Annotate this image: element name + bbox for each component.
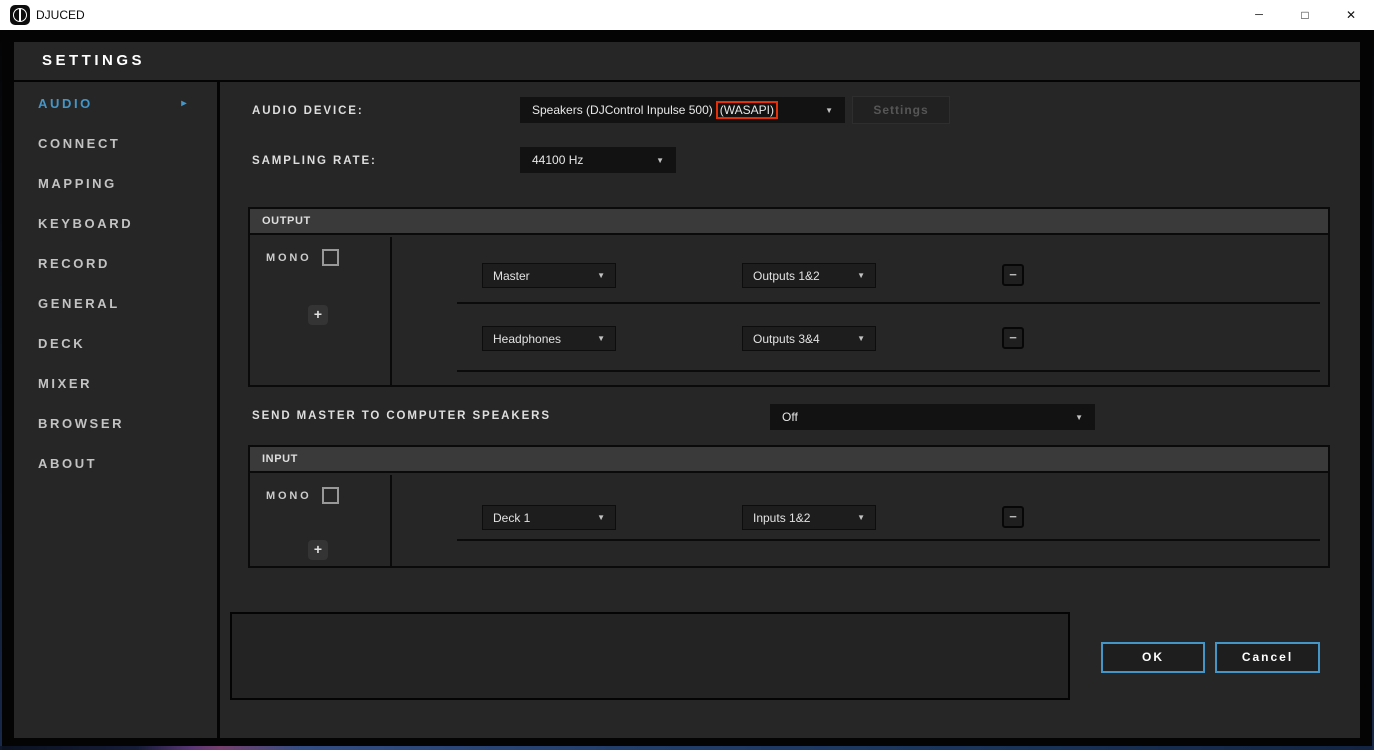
titlebar: DJUCED ─ □ ✕ <box>0 0 1374 30</box>
input-section: INPUT MONO + Deck 1 ▼ Inputs 1&2 ▼ − <box>248 445 1330 568</box>
sidebar-item-label: KEYBOARD <box>38 216 133 231</box>
chevron-down-icon: ▼ <box>857 334 865 343</box>
input-mono-label: MONO <box>266 490 311 502</box>
output-row2-destination-value: Outputs 3&4 <box>753 332 820 346</box>
window-title: DJUCED <box>36 0 85 30</box>
device-settings-button[interactable]: Settings <box>852 96 950 124</box>
output-row1-destination-dropdown[interactable]: Outputs 1&2 ▼ <box>742 263 876 288</box>
input-row1-destination-dropdown[interactable]: Inputs 1&2 ▼ <box>742 505 876 530</box>
close-button[interactable]: ✕ <box>1328 0 1374 30</box>
sidebar-item-label: DECK <box>38 336 85 351</box>
chevron-down-icon: ▼ <box>817 106 833 115</box>
output-section-header: OUTPUT <box>250 209 1328 235</box>
sidebar-item-keyboard[interactable]: KEYBOARD <box>14 204 217 244</box>
close-icon: ✕ <box>1346 8 1356 22</box>
sidebar-item-label: MIXER <box>38 376 92 391</box>
sidebar-item-mapping[interactable]: MAPPING <box>14 164 217 204</box>
audio-device-wasapi-highlight: (WASAPI) <box>716 101 778 119</box>
sidebar-item-deck[interactable]: DECK <box>14 324 217 364</box>
sidebar-item-general[interactable]: GENERAL <box>14 284 217 324</box>
input-row1-destination-value: Inputs 1&2 <box>753 511 810 525</box>
send-master-value: Off <box>782 410 798 424</box>
djuced-window: DJUCED ─ □ ✕ SETTINGS AUDIO ▸ CONNECT MA… <box>0 0 1374 750</box>
output-left-column: MONO + <box>250 237 392 385</box>
input-row1-source-value: Deck 1 <box>493 511 530 525</box>
output-mono-checkbox[interactable] <box>322 249 339 266</box>
chevron-down-icon: ▼ <box>857 271 865 280</box>
input-row1-source-dropdown[interactable]: Deck 1 ▼ <box>482 505 616 530</box>
sidebar-item-label: CONNECT <box>38 136 120 151</box>
chevron-down-icon: ▼ <box>597 513 605 522</box>
sidebar-item-audio[interactable]: AUDIO ▸ <box>14 84 217 124</box>
output-section: OUTPUT MONO + Master ▼ Outputs 1&2 ▼ − H… <box>248 207 1330 387</box>
audio-device-label: AUDIO DEVICE: <box>252 105 364 117</box>
sidebar-item-record[interactable]: RECORD <box>14 244 217 284</box>
sidebar-item-mixer[interactable]: MIXER <box>14 364 217 404</box>
sidebar-item-label: RECORD <box>38 256 110 271</box>
sidebar-item-label: MAPPING <box>38 176 117 191</box>
output-mono-label: MONO <box>266 252 311 264</box>
sidebar-item-label: ABOUT <box>38 456 97 471</box>
djuced-logo-icon <box>10 5 30 25</box>
audio-device-dropdown[interactable]: Speakers (DJControl Inpulse 500) (WASAPI… <box>520 97 845 123</box>
output-row1-source-value: Master <box>493 269 530 283</box>
output-row2-source-dropdown[interactable]: Headphones ▼ <box>482 326 616 351</box>
ok-button[interactable]: OK <box>1101 642 1205 673</box>
maximize-icon: □ <box>1301 8 1308 22</box>
sidebar-item-about[interactable]: ABOUT <box>14 444 217 484</box>
maximize-button[interactable]: □ <box>1282 0 1328 30</box>
output-add-route-button[interactable]: + <box>308 305 328 325</box>
input-mono-checkbox[interactable] <box>322 487 339 504</box>
page-title: SETTINGS <box>42 42 145 80</box>
audio-settings-panel: AUDIO DEVICE: Speakers (DJControl Inpuls… <box>220 82 1360 738</box>
output-row2-source-value: Headphones <box>493 332 561 346</box>
output-row1-source-dropdown[interactable]: Master ▼ <box>482 263 616 288</box>
sidebar-item-connect[interactable]: CONNECT <box>14 124 217 164</box>
chevron-down-icon: ▼ <box>1067 413 1083 422</box>
window-edge-gradient <box>0 746 1374 750</box>
chevron-down-icon: ▼ <box>648 156 664 165</box>
row-separator <box>457 539 1320 541</box>
minimize-icon: ─ <box>1255 9 1263 21</box>
sidebar-item-label: GENERAL <box>38 296 120 311</box>
minimize-button[interactable]: ─ <box>1236 0 1282 30</box>
sidebar-item-label: BROWSER <box>38 416 124 431</box>
input-left-column: MONO + <box>250 475 392 566</box>
sampling-rate-dropdown[interactable]: 44100 Hz ▼ <box>520 147 676 173</box>
send-master-dropdown[interactable]: Off ▼ <box>770 404 1095 430</box>
settings-header: SETTINGS <box>14 42 1360 80</box>
sampling-rate-label: SAMPLING RATE: <box>252 155 377 167</box>
row-separator <box>457 302 1320 304</box>
input-section-header: INPUT <box>250 447 1328 473</box>
output-row2-remove-button[interactable]: − <box>1002 327 1024 349</box>
input-add-route-button[interactable]: + <box>308 540 328 560</box>
sampling-rate-value: 44100 Hz <box>532 153 583 167</box>
status-message-box <box>230 612 1070 700</box>
sidebar-item-browser[interactable]: BROWSER <box>14 404 217 444</box>
chevron-down-icon: ▼ <box>597 334 605 343</box>
active-item-arrow-icon: ▸ <box>181 84 189 124</box>
settings-sidebar: AUDIO ▸ CONNECT MAPPING KEYBOARD RECORD … <box>14 82 217 738</box>
send-master-label: SEND MASTER TO COMPUTER SPEAKERS <box>252 410 551 422</box>
output-row1-remove-button[interactable]: − <box>1002 264 1024 286</box>
audio-device-value: Speakers (DJControl Inpulse 500) <box>532 103 713 117</box>
output-row2-destination-dropdown[interactable]: Outputs 3&4 ▼ <box>742 326 876 351</box>
window-edge-left <box>0 30 2 750</box>
input-row1-remove-button[interactable]: − <box>1002 506 1024 528</box>
row-separator <box>457 370 1320 372</box>
chevron-down-icon: ▼ <box>597 271 605 280</box>
cancel-button[interactable]: Cancel <box>1215 642 1320 673</box>
output-row1-destination-value: Outputs 1&2 <box>753 269 820 283</box>
sidebar-item-label: AUDIO <box>38 96 93 111</box>
chevron-down-icon: ▼ <box>857 513 865 522</box>
